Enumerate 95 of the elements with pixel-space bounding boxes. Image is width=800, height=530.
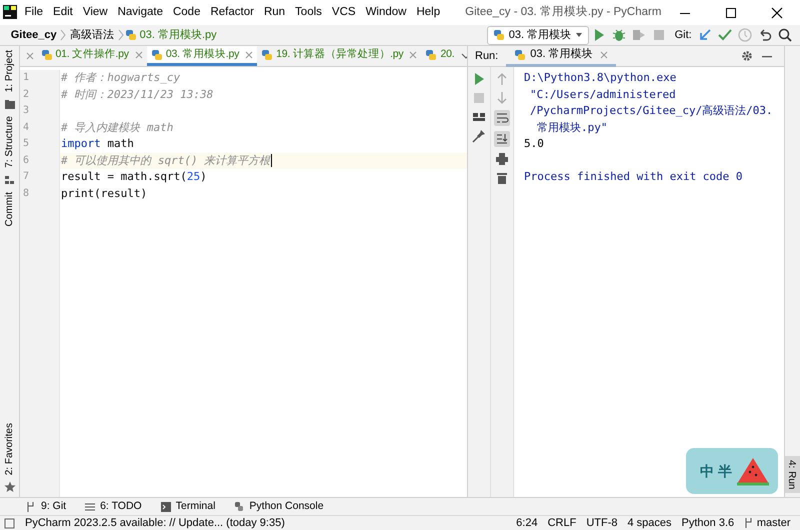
line-number: 4 <box>22 120 30 134</box>
python-file-icon <box>150 48 163 60</box>
window-title: Gitee_cy - 03. 常用模块.py - PyCharm <box>465 4 662 20</box>
chevron-icon <box>116 29 125 41</box>
console-output: 5.0 <box>524 137 544 150</box>
code-line: # 时间：2023/11/23 13:38 <box>61 88 214 100</box>
line-number: 1 <box>22 71 30 85</box>
console-output: /PycharmProjects/Gitee_cy/高级语法/03. <box>530 104 773 117</box>
tool-window-tab[interactable]: 2: Favorites <box>2 422 17 475</box>
python-file-icon <box>40 48 52 60</box>
menu-item[interactable]: View <box>78 4 113 22</box>
layout-icon[interactable] <box>472 110 486 124</box>
folder-icon[interactable] <box>4 98 16 110</box>
breadcrumb-item[interactable]: 03. 常用模块.py <box>136 26 220 44</box>
tool-window-tab[interactable]: 4: Run <box>785 456 800 493</box>
status-item[interactable]: 4 spaces <box>628 514 672 530</box>
code-line: import math <box>61 137 134 150</box>
console-output: D:\Python3.8\python.exe <box>524 71 676 84</box>
run-tab[interactable]: 03. 常用模块 <box>506 46 616 66</box>
line-number: 8 <box>22 186 30 200</box>
tool-window-button[interactable]: 9: Git <box>25 498 66 514</box>
python-file-icon <box>425 48 438 60</box>
tool-window-tab[interactable]: 1: Project <box>2 50 17 92</box>
python-icon <box>233 500 246 512</box>
editor-tab[interactable]: 01. 文件操作.py <box>36 46 147 66</box>
tool-window-button[interactable]: Terminal <box>160 498 216 514</box>
search-icon[interactable] <box>776 27 792 43</box>
menu-item[interactable]: Tools <box>290 4 327 22</box>
menu-item[interactable]: Run <box>258 4 290 22</box>
python-file-icon <box>514 48 526 60</box>
python-file-icon <box>261 48 274 60</box>
console-output: "C:/Users/administered <box>530 88 676 100</box>
branch-icon <box>744 518 754 528</box>
menu-item[interactable]: File <box>20 4 48 22</box>
line-number: 6 <box>22 154 30 168</box>
checkmark-icon[interactable] <box>716 27 732 43</box>
menu-item[interactable]: Navigate <box>112 4 168 22</box>
code-line: # 可以使用其中的 sqrt() 来计算平方根 <box>61 154 272 166</box>
chevron-icon <box>59 29 68 41</box>
menu-item[interactable]: Code <box>168 4 206 22</box>
editor-tab[interactable]: 03. 常用模块.py <box>146 46 258 66</box>
tool-window-tab[interactable]: Commit <box>2 192 17 226</box>
code-line: # 导入内建模块 math <box>61 120 174 134</box>
tool-window-button[interactable]: 6: TODO <box>84 498 142 514</box>
star-icon[interactable] <box>4 481 16 493</box>
tool-window-button[interactable]: Python Console <box>233 498 324 514</box>
code-line: result = math.sqrt(25) <box>61 170 207 183</box>
list-icon <box>84 500 96 512</box>
watermelon-icon <box>736 456 770 486</box>
status-item[interactable]: CRLF <box>548 514 576 530</box>
git-label: Git: <box>674 28 692 43</box>
menu-item[interactable]: Edit <box>48 4 78 22</box>
square-icon[interactable] <box>4 518 15 528</box>
tool-window-tab[interactable]: 7: Structure <box>2 116 17 168</box>
ime-mode-label: 中 <box>700 462 714 480</box>
status-item[interactable]: Python 3.6 <box>682 514 734 530</box>
trash-icon[interactable] <box>495 171 509 185</box>
line-number: 2 <box>22 88 30 102</box>
python-file-icon <box>124 29 137 41</box>
code-line: # 作者：hogwarts_cy <box>61 71 180 84</box>
structure-icon[interactable] <box>4 174 16 186</box>
ime-width-label: 半 <box>718 462 732 480</box>
pin-icon[interactable] <box>472 129 486 143</box>
editor-tab[interactable]: 19. 计算器（异常处理）.py <box>257 46 422 66</box>
python-file-icon <box>492 29 505 41</box>
line-number: 7 <box>22 170 30 184</box>
app-logo-icon <box>2 5 17 20</box>
menu-item[interactable]: VCS <box>326 4 361 22</box>
caret-icon <box>575 31 584 39</box>
line-number: 5 <box>22 137 30 151</box>
status-item[interactable]: 6:24 <box>516 514 538 530</box>
git-branch-widget[interactable]: master <box>744 514 790 530</box>
terminal-icon <box>160 500 172 512</box>
menu-item[interactable]: Window <box>360 4 412 22</box>
run-icon[interactable] <box>472 72 486 86</box>
console-output: 常用模块.py" <box>537 120 608 134</box>
status-item[interactable]: UTF-8 <box>586 514 618 530</box>
status-message[interactable]: PyCharm 2023.2.5 available: // Update... (today 9:35) <box>25 514 285 530</box>
menu-item[interactable]: Help <box>411 4 446 22</box>
editor-tab[interactable]: 20. <box>421 46 458 66</box>
console-output: Process finished with exit code 0 <box>524 170 743 183</box>
line-number: 3 <box>22 104 30 118</box>
soft-wrap-icon[interactable] <box>494 110 510 126</box>
settings-icon[interactable] <box>741 50 754 62</box>
scroll-to-end-icon[interactable] <box>494 131 510 147</box>
input-method-widget[interactable]: 中 半 <box>686 448 778 494</box>
breadcrumb-item[interactable]: 高级语法 <box>67 26 117 44</box>
code-line: print(result) <box>61 186 148 200</box>
run-config-dropdown[interactable]: 03. 常用模块 <box>486 26 590 44</box>
maximize-icon[interactable] <box>725 6 737 18</box>
run-label: Run: <box>475 48 498 64</box>
bug-icon[interactable] <box>611 27 628 43</box>
breadcrumb-item[interactable]: Gitee_cy <box>8 26 60 44</box>
menu-item[interactable]: Refactor <box>205 4 259 22</box>
close-icon[interactable] <box>771 6 783 18</box>
